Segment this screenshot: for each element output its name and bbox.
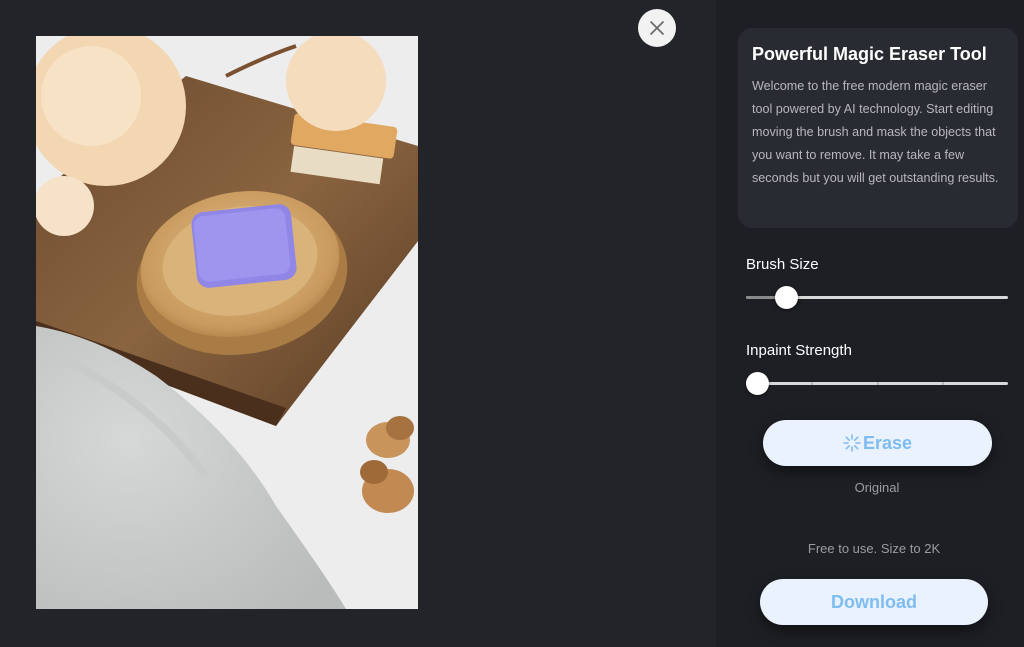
slider-thumb[interactable] — [774, 286, 798, 309]
original-label[interactable]: Original — [816, 480, 938, 495]
slider-tick — [942, 382, 944, 385]
slider-thumb[interactable] — [746, 372, 769, 395]
free-note: Free to use. Size to 2K — [807, 541, 941, 556]
intro-card: Powerful Magic Eraser Tool Welcome to th… — [738, 28, 1018, 228]
download-button[interactable]: Download — [760, 579, 988, 625]
close-button[interactable] — [638, 9, 676, 47]
erase-button[interactable]: Erase — [763, 420, 992, 466]
inpaint-strength-label: Inpaint Strength — [746, 342, 852, 359]
slider-tick — [877, 382, 879, 385]
erase-button-label: Erase — [862, 432, 913, 453]
brush-size-label: Brush Size — [746, 256, 819, 273]
slider-tick — [811, 382, 813, 385]
spinner-icon — [843, 434, 861, 452]
editable-photo[interactable] — [36, 36, 418, 609]
panel-description: Welcome to the free modern magic eraser … — [752, 79, 999, 185]
download-button-label: Download — [831, 591, 917, 612]
tool-panel: Powerful Magic Eraser Tool Welcome to th… — [716, 0, 1024, 647]
inpaint-strength-slider[interactable] — [746, 372, 1008, 395]
photo-illustration — [36, 36, 418, 609]
image-stage — [0, 0, 716, 647]
brush-size-slider[interactable] — [746, 286, 1008, 309]
panel-title: Powerful Magic Eraser Tool — [752, 44, 987, 64]
close-icon — [650, 21, 664, 35]
